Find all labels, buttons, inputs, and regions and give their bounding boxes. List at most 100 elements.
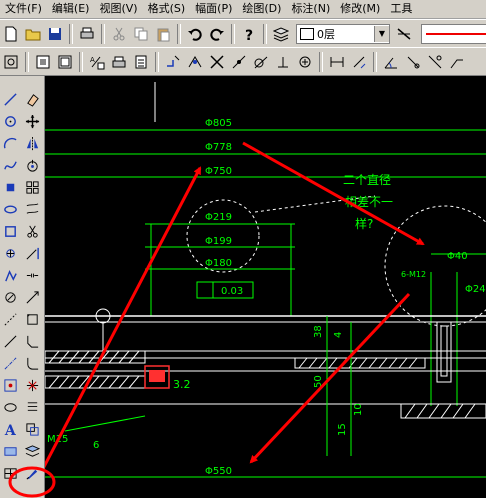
menu-layout[interactable]: 幅面(P) xyxy=(190,0,237,18)
help-button[interactable]: ? xyxy=(239,24,259,44)
radius-dimension-button[interactable] xyxy=(403,52,423,72)
layer-manager-button[interactable] xyxy=(271,24,291,44)
snap-intersection-icon xyxy=(210,54,224,69)
ray-tool-button[interactable] xyxy=(1,332,19,350)
rectangle-tool-button[interactable] xyxy=(1,178,19,196)
drawing-canvas[interactable]: Φ805 Φ778 Φ750 Φ219 Φ199 Φ180 0.03 二个直径 … xyxy=(45,76,486,498)
menu-format[interactable]: 格式(S) xyxy=(143,0,191,18)
menu-view[interactable]: 视图(V) xyxy=(94,0,142,18)
save-button[interactable] xyxy=(45,24,65,44)
menu-draw[interactable]: 绘图(D) xyxy=(237,0,286,18)
new-file-button[interactable] xyxy=(1,24,21,44)
zoom-all-button[interactable] xyxy=(55,52,75,72)
polyline-tool-button[interactable] xyxy=(1,266,19,284)
snap-perpendicular-button[interactable] xyxy=(273,52,293,72)
text-icon: A xyxy=(3,423,16,437)
dim-text-m12: 6-M12 xyxy=(401,270,426,279)
menu-dimension[interactable]: 标注(N) xyxy=(286,0,335,18)
gradient-tool-button[interactable] xyxy=(1,398,19,416)
toolbar-separator xyxy=(319,51,323,72)
scissors-icon xyxy=(113,27,125,40)
paste-button[interactable] xyxy=(153,24,173,44)
cut-button[interactable] xyxy=(109,24,129,44)
menu-edit[interactable]: 编辑(E) xyxy=(47,0,95,18)
dim-text-750: Φ750 xyxy=(205,166,232,177)
offset-tool-button[interactable] xyxy=(23,200,41,218)
ellipse-tool-button[interactable] xyxy=(1,200,19,218)
angular-dimension-button[interactable] xyxy=(381,52,401,72)
note-line-2: 相差不一 xyxy=(345,195,393,209)
eraser-icon xyxy=(26,93,39,107)
center-line-button[interactable] xyxy=(1,354,19,372)
snap-tangent-button[interactable] xyxy=(251,52,271,72)
match-properties-button[interactable] xyxy=(109,52,129,72)
toolbar-separator xyxy=(155,51,159,72)
arc-tool-button[interactable] xyxy=(1,134,19,152)
menu-tools[interactable]: 工具 xyxy=(385,0,417,18)
menu-modify[interactable]: 修改(M) xyxy=(335,0,385,18)
construction-line-button[interactable] xyxy=(1,310,19,328)
copy-button[interactable] xyxy=(131,24,151,44)
trim-tool-button[interactable] xyxy=(23,222,41,240)
explode-tool-button[interactable] xyxy=(23,376,41,394)
chamfer-icon xyxy=(26,335,38,348)
cad-drawing: Φ805 Φ778 Φ750 Φ219 Φ199 Φ180 0.03 二个直径 … xyxy=(45,82,486,478)
annotation-arrow-2 xyxy=(249,292,411,464)
erase-tool-button[interactable] xyxy=(23,90,41,108)
layer-color-swatch xyxy=(300,27,314,40)
diameter-dimension-icon xyxy=(428,55,442,68)
array-tool-button[interactable] xyxy=(23,178,41,196)
rotate-tool-button[interactable] xyxy=(23,156,41,174)
break-tool-button[interactable] xyxy=(23,266,41,284)
extend-tool-button[interactable] xyxy=(23,244,41,262)
scale-tool-button[interactable] xyxy=(23,310,41,328)
text-tool-button[interactable] xyxy=(1,288,19,306)
snap-center-button[interactable] xyxy=(295,52,315,72)
spline-tool-button[interactable] xyxy=(1,156,19,174)
move-tool-button[interactable] xyxy=(23,112,41,130)
svg-text:?: ? xyxy=(245,28,253,42)
leader-m15 xyxy=(64,415,146,432)
save-disk-icon xyxy=(49,27,61,40)
snap-intersection-button[interactable] xyxy=(207,52,227,72)
zoom-window-button[interactable] xyxy=(1,52,21,72)
snap-endpoint-button[interactable] xyxy=(163,52,183,72)
snap-midpoint-button[interactable] xyxy=(185,52,205,72)
undo-button[interactable] xyxy=(185,24,205,44)
multiline-text-button[interactable]: A xyxy=(1,420,19,438)
properties-button[interactable]: A xyxy=(87,52,107,72)
gradient-icon xyxy=(3,402,17,412)
chevron-down-icon[interactable]: ▼ xyxy=(374,25,389,42)
diameter-dimension-button[interactable] xyxy=(425,52,445,72)
fillet-tool-button[interactable] xyxy=(23,354,41,372)
point-tool-button[interactable] xyxy=(1,244,19,262)
linear-dimension-button[interactable] xyxy=(327,52,347,72)
distance-button[interactable] xyxy=(131,52,151,72)
toolbar-separator xyxy=(373,51,377,72)
copy-tool-button[interactable] xyxy=(23,420,41,438)
color-select[interactable] xyxy=(421,23,486,44)
dim-text-40: Φ40 xyxy=(447,251,468,262)
open-file-button[interactable] xyxy=(23,24,43,44)
circle-tool-button[interactable] xyxy=(1,112,19,130)
line-tool-button[interactable] xyxy=(1,90,19,108)
block-insert-button[interactable] xyxy=(1,376,19,394)
arc-icon xyxy=(3,137,17,148)
align-tool-button[interactable] xyxy=(23,398,41,416)
chamfer-tool-button[interactable] xyxy=(23,332,41,350)
aligned-dimension-button[interactable] xyxy=(349,52,369,72)
snap-nearest-button[interactable] xyxy=(229,52,249,72)
mirror-tool-button[interactable] xyxy=(23,134,41,152)
zoom-extents-button[interactable] xyxy=(33,52,53,72)
layer-select[interactable]: 0层 ▼ xyxy=(296,23,390,44)
leader-dimension-button[interactable] xyxy=(447,52,467,72)
radius-dimension-icon xyxy=(407,56,420,68)
stretch-tool-button[interactable] xyxy=(23,288,41,306)
red-fill xyxy=(149,370,165,382)
polygon-tool-button[interactable] xyxy=(1,222,19,240)
linetype-button[interactable] xyxy=(394,24,414,44)
block-insert-icon xyxy=(3,378,17,392)
redo-button[interactable] xyxy=(207,24,227,44)
print-button[interactable] xyxy=(77,24,97,44)
menu-file[interactable]: 文件(F) xyxy=(0,0,47,18)
